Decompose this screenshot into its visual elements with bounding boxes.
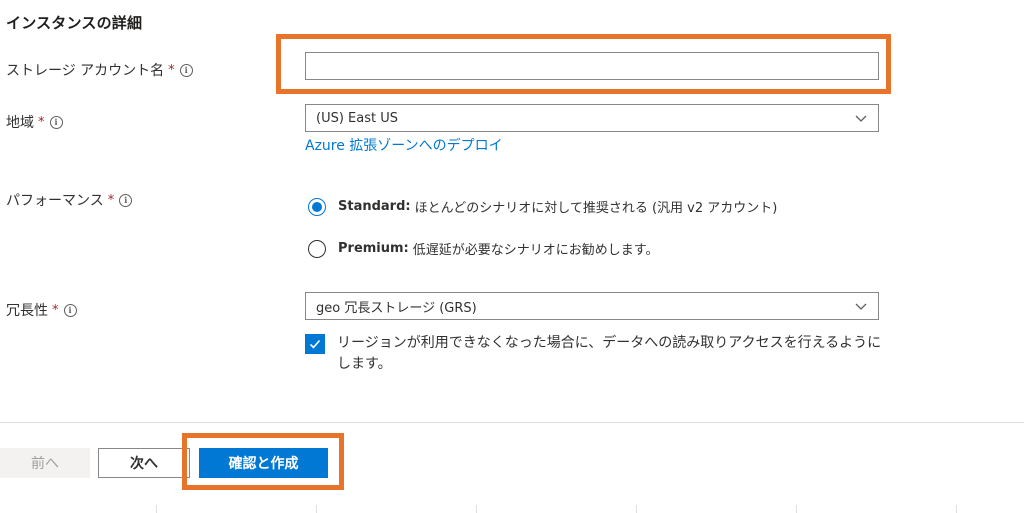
chevron-down-icon [854, 111, 868, 125]
review-create-button[interactable]: 確認と作成 [199, 448, 328, 478]
extended-zone-deploy-link[interactable]: Azure 拡張ゾーンへのデプロイ [305, 135, 503, 155]
performance-label: パフォーマンス * i [6, 190, 133, 210]
info-icon[interactable]: i [63, 303, 77, 317]
radio-standard-description: ほとんどのシナリオに対して推奨される (汎用 v2 アカウント) [414, 201, 778, 216]
next-button[interactable]: 次へ [98, 448, 190, 478]
read-access-checkbox-label: リージョンが利用できなくなった場合に、データへの読み取りアクセスを行えるようにし… [337, 335, 882, 372]
radio-standard-title: Standard: [338, 199, 411, 214]
bottom-divider-tick [636, 505, 637, 513]
prev-button[interactable]: 前へ [0, 448, 90, 478]
region-select[interactable]: (US) East US [305, 104, 879, 132]
footer-divider [0, 422, 1024, 423]
read-access-option: リージョンが利用できなくなった場合に、データへの読み取りアクセスを行えるようにし… [305, 333, 885, 375]
performance-label-text: パフォーマンス [6, 193, 104, 209]
storage-account-name-input[interactable] [305, 52, 879, 80]
chevron-down-icon [854, 299, 868, 313]
region-select-value: (US) East US [316, 110, 398, 126]
bottom-divider-tick [316, 505, 317, 513]
create-storage-account-page: インスタンスの詳細 ストレージ アカウント名 * i 地域 * i (US) E… [0, 0, 1024, 513]
required-mark: * [107, 192, 115, 208]
region-label: 地域 * i [6, 112, 63, 132]
radio-premium-description: 低遅延が必要なシナリオにお勧めします。 [412, 243, 659, 258]
read-access-checkbox[interactable] [305, 334, 325, 354]
redundancy-label-text: 冗長性 [6, 303, 48, 319]
redundancy-select-value: geo 冗長ストレージ (GRS) [316, 300, 477, 316]
checkmark-icon [309, 339, 321, 349]
bottom-divider-tick [476, 505, 477, 513]
redundancy-select[interactable]: geo 冗長ストレージ (GRS) [305, 292, 879, 320]
region-label-text: 地域 [6, 115, 34, 131]
bottom-divider-tick [956, 505, 957, 513]
radio-premium[interactable] [308, 239, 326, 258]
required-mark: * [168, 62, 175, 78]
required-mark: * [38, 114, 45, 130]
performance-option-premium[interactable]: Premium: 低遅延が必要なシナリオにお勧めします。 [308, 239, 658, 258]
section-title: インスタンスの詳細 [6, 14, 143, 32]
performance-option-standard[interactable]: Standard: ほとんどのシナリオに対して推奨される (汎用 v2 アカウン… [308, 197, 777, 216]
info-icon[interactable]: i [49, 115, 63, 129]
radio-premium-title: Premium: [338, 241, 409, 256]
storage-account-name-label: ストレージ アカウント名 * i [6, 60, 193, 80]
info-icon[interactable]: i [179, 63, 193, 77]
radio-standard[interactable] [308, 197, 326, 216]
redundancy-label: 冗長性 * i [6, 300, 77, 320]
required-mark: * [52, 302, 59, 318]
bottom-divider-tick [156, 505, 157, 513]
info-icon[interactable]: i [119, 193, 133, 207]
storage-account-name-label-text: ストレージ アカウント名 [6, 63, 165, 79]
bottom-divider-tick [796, 505, 797, 513]
